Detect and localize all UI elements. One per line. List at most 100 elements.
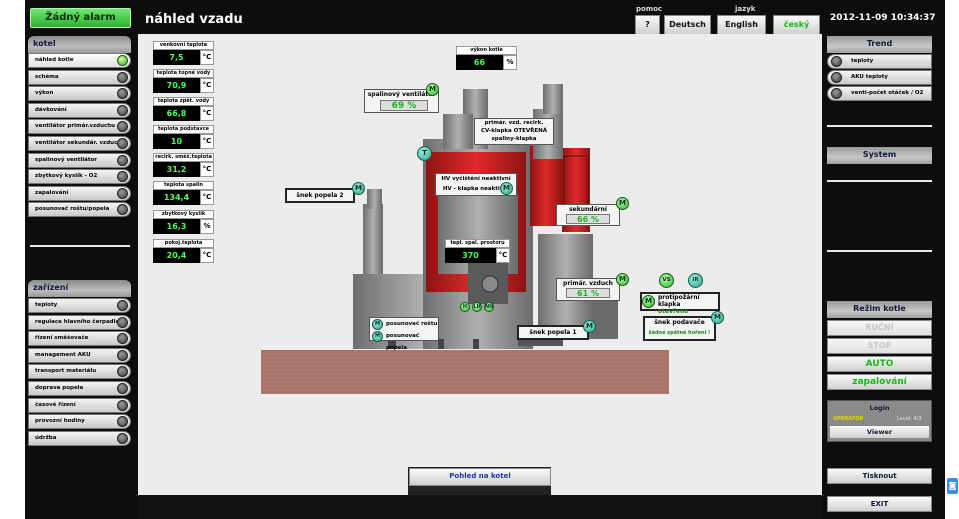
ash-auger-2-label[interactable]: šnek popela 2 [285, 188, 355, 203]
sensor-value: 31,2 [153, 162, 200, 177]
menu-item-label: regulace hlavního čerpadla [35, 318, 120, 325]
feed-auger-label: šnek podavače [654, 319, 705, 326]
motor-ash-auger-1-icon[interactable]: M [583, 320, 596, 333]
menu-item-nahled-kotle[interactable]: náhled kotle [28, 53, 131, 68]
status-led-icon [117, 121, 128, 133]
motor-flue-fan-icon[interactable]: M [426, 83, 439, 96]
fire-damper-line1: protipožární klapka [658, 294, 700, 308]
indicator-lh-icon[interactable]: LH [472, 302, 482, 312]
status-led-icon [117, 204, 128, 216]
status-led-icon [117, 300, 128, 311]
menu-item-teploty[interactable]: teploty [28, 298, 131, 313]
menu-item-transport-materialu[interactable]: transport materiálu [28, 364, 131, 380]
menu-item-label: zbytkový kyslík - O2 [35, 173, 98, 180]
viewer-button[interactable]: Viewer [829, 425, 930, 439]
menu-item-provozni-hodiny[interactable]: provozní hodiny [28, 414, 131, 430]
lang-deutsch-button[interactable]: Deutsch [664, 15, 711, 35]
motor-feed-auger-icon[interactable]: M [711, 311, 724, 324]
indicator-h-icon[interactable]: H [460, 302, 470, 312]
vykon-label: výkon kotle [456, 46, 517, 55]
motor-ash-auger-2-icon[interactable]: M [352, 182, 365, 195]
trend-item-label: venti-počet otáček / O2 [851, 90, 924, 96]
menu-item-ventilator-primar-vzduchu[interactable]: ventilátor primár.vzduchu [28, 119, 131, 135]
status-led-icon [117, 366, 128, 378]
menu-item-doprava-popela[interactable]: doprava popela [28, 381, 131, 396]
recirc-status: primár. vzd. recirk. CV-klapka OTEVŘENÁ … [474, 118, 554, 145]
status-led-icon [117, 71, 128, 83]
print-button[interactable]: Tisknout [827, 468, 932, 484]
sensor-zbytkovy-kyslik: zbytkový kyslík 16,3% [153, 210, 214, 234]
motor-ash-pusher-icon[interactable]: M [372, 331, 383, 342]
combustion-temp-value: 370 [445, 248, 496, 263]
primary-air-label: primár. vzduch [563, 280, 613, 287]
mode-stop-button[interactable]: STOP [827, 338, 932, 354]
sensor-label: teplota podstavce [153, 125, 214, 134]
motor-hv-icon[interactable]: M [500, 182, 513, 195]
menu-item-label: teploty [35, 302, 58, 308]
recirc-line2: CV-klapka OTEVŘENÁ [481, 128, 547, 134]
vs-sensor-icon[interactable]: VS [659, 273, 674, 288]
menu-item-zapalovani[interactable]: zapalování [28, 185, 131, 201]
menu-item-label: provozní hodiny [35, 418, 85, 425]
motor-primary-air-icon[interactable]: M [616, 273, 629, 286]
sensor-value: 16,3 [153, 219, 200, 234]
motor-secondary-air-icon[interactable]: M [616, 197, 629, 210]
status-led-icon [831, 72, 842, 83]
menu-divider [30, 245, 130, 247]
login-button[interactable]: Login [829, 403, 930, 416]
ash-auger-1-label[interactable]: šnek popela 1 [517, 325, 589, 340]
sensor-teplota-topne-vody: teplota topné vody 70,9 °C [153, 69, 214, 93]
system-button[interactable]: System [827, 147, 932, 164]
menu-item-schema[interactable]: schéma [28, 69, 131, 85]
menu-item-ventilator-sekundar-vzduchu[interactable]: ventilátor sekundár. vzduchu [28, 136, 131, 151]
chat-icon[interactable]: ◙ [947, 478, 958, 494]
boiler-view-panel: venkovní teplota 7,5 °C teplota topné vody 7… [138, 34, 822, 519]
sensor-label: pokoj.teplota [153, 239, 214, 248]
menu-item-posunovac-rostu-popela[interactable]: posunovač roštu/popela [28, 202, 131, 218]
motor-fire-damper-icon[interactable]: M [642, 295, 655, 308]
sensor-label: teplota topné vody [153, 69, 214, 78]
menu-item-regulace-hlavniho-cerpadla[interactable]: regulace hlavního čerpadla [28, 314, 131, 330]
sensor-value: 10 [153, 134, 200, 149]
recirc-line3: spaliny-klapka [491, 136, 537, 142]
menu-item-rizeni-smesovace[interactable]: řízení směšovače [28, 331, 131, 347]
sensor-unit: °C [200, 78, 214, 93]
exit-button[interactable]: EXIT [827, 496, 932, 512]
menu-item-spalinovy-ventilator[interactable]: spalinový ventilátor [28, 152, 131, 168]
menu-item-label: schéma [35, 73, 59, 80]
menu-item-label: časové řízení [35, 401, 76, 408]
status-led-icon [117, 399, 128, 411]
ir-sensor-icon[interactable]: IR [688, 273, 703, 288]
menu-item-management-aku[interactable]: management AKU [28, 347, 131, 363]
trend-item-venti[interactable]: venti-počet otáček / O2 [827, 86, 932, 101]
lang-english-button[interactable]: English [717, 15, 766, 35]
status-led-icon [117, 349, 128, 361]
lang-czech-button[interactable]: český [773, 15, 820, 35]
status-led-icon [117, 88, 128, 100]
page-title: náhled vzadu [145, 12, 243, 27]
boiler-view-button[interactable]: Pohled na kotel [409, 468, 551, 486]
sensor-teplota-spalin: teplota spalin 134,4 °C [153, 181, 214, 205]
mode-auto-button[interactable]: AUTO [827, 356, 932, 372]
menu-item-davkovani[interactable]: dávkování [28, 102, 131, 118]
trend-item-aku-teploty[interactable]: AKU teploty [827, 70, 932, 85]
alarm-status-button[interactable]: Žádný alarm [30, 8, 131, 28]
help-button[interactable]: ? [635, 15, 660, 35]
status-led-icon [831, 56, 842, 67]
trend-item-teploty[interactable]: teploty [827, 54, 932, 69]
mode-manual-button[interactable]: RUČNÍ [827, 320, 932, 336]
indicator-nh-icon[interactable]: NH [484, 302, 494, 312]
temperature-sensor-icon[interactable]: T [417, 146, 432, 161]
menu-item-zbytkovy-kyslik-o2[interactable]: zbytkový kyslík - O2 [28, 169, 131, 185]
menu-item-vykon[interactable]: výkon [28, 86, 131, 102]
status-led-icon [117, 138, 128, 149]
feed-auger-panel[interactable]: šnek podavače žádné zpětné hoření ! [643, 316, 716, 341]
mode-ignition-button[interactable]: zapalování [827, 374, 932, 390]
sensor-unit: °C [200, 134, 214, 149]
status-led-icon [117, 416, 128, 428]
menu-item-udrzba[interactable]: údržba [28, 430, 131, 446]
menu-item-casove-rizeni[interactable]: časové řízení [28, 397, 131, 413]
sensor-label: recirk. směš.teplota [153, 153, 214, 162]
sensor-unit: % [200, 219, 214, 234]
motor-grate-pusher-icon[interactable]: M [372, 319, 383, 330]
